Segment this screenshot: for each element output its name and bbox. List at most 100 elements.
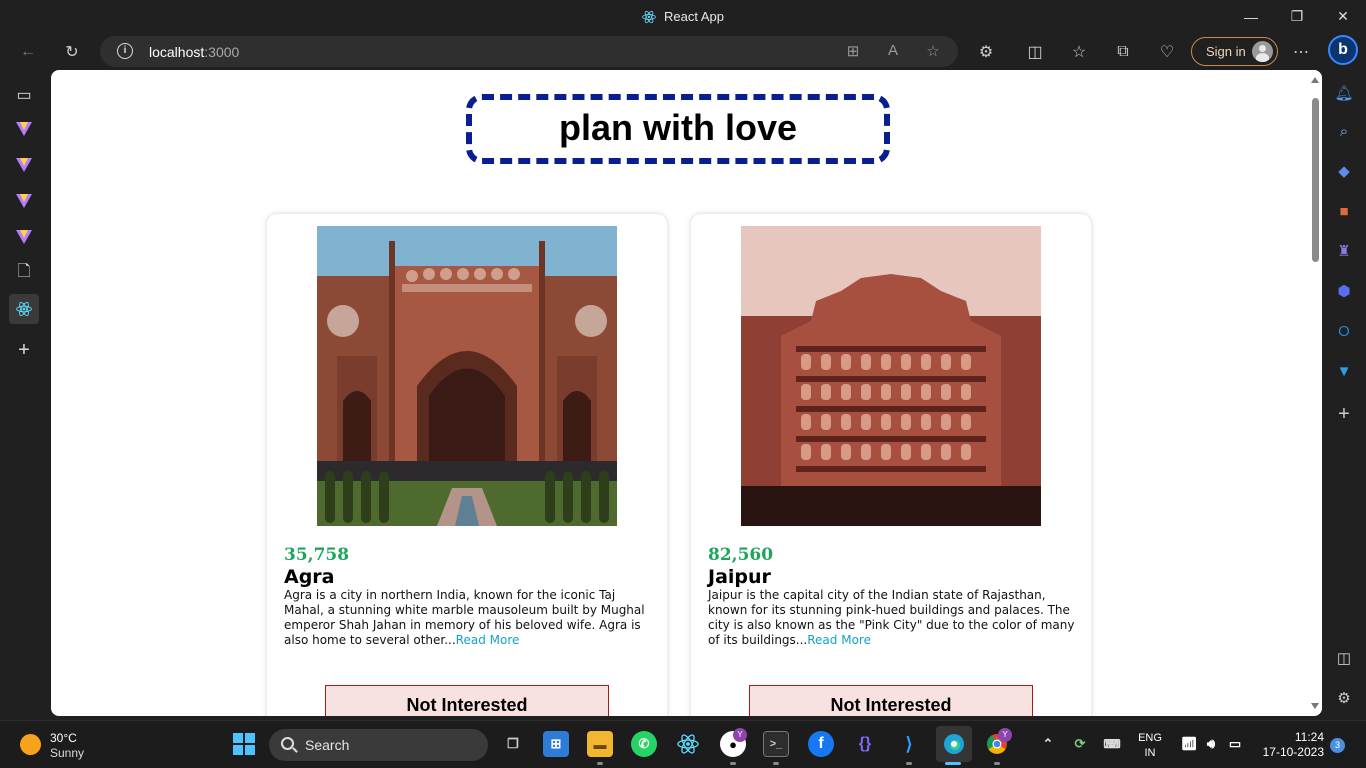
page-viewport: plan with love 35,758 Agra Agra is a cit… (51, 70, 1322, 716)
games-icon[interactable]: ♜ (1333, 240, 1355, 262)
more-menu-icon[interactable]: ⋯ (1285, 37, 1317, 67)
store-icon[interactable]: ⊞ (543, 731, 569, 757)
scroll-thumb[interactable] (1312, 98, 1319, 262)
outlook-icon[interactable]: O (1333, 320, 1355, 342)
read-aloud-icon[interactable]: A (883, 42, 903, 62)
browser-essentials-icon[interactable]: ♡ (1151, 37, 1183, 67)
lang-line1: ENG (1138, 732, 1162, 744)
react-icon (16, 302, 32, 316)
tab-vite-1[interactable] (9, 114, 39, 144)
running-indicator (994, 762, 1000, 765)
whatsapp-icon[interactable]: ✆ (631, 731, 657, 757)
search-icon (281, 737, 294, 750)
profile-badge: Y (733, 728, 747, 742)
page-heading: plan with love (466, 94, 890, 164)
sign-in-button[interactable]: Sign in (1191, 37, 1278, 66)
battery-icon[interactable]: ▭ (1222, 731, 1248, 757)
terminal-icon[interactable]: >_ (763, 731, 789, 757)
drop-icon[interactable]: ▼ (1333, 360, 1355, 382)
scroll-down-arrow[interactable] (1311, 703, 1319, 709)
vite-icon (16, 230, 32, 244)
clock-time: 11:24 (1294, 730, 1324, 744)
tab-document[interactable]: 🗋 (9, 258, 39, 288)
hide-sidebar-icon[interactable]: ◫ (1333, 647, 1355, 669)
running-indicator (773, 762, 779, 765)
apps-icon[interactable]: ⊞ (843, 42, 863, 62)
tab-actions-icon[interactable]: ▭ (9, 80, 39, 110)
tools-icon[interactable]: ■ (1333, 200, 1355, 222)
profile-badge: Y (998, 728, 1012, 742)
windows-taskbar: 30°C Sunny Search ❐ ⊞ ▬ ✆ ● Y >_ f {} ⟩ … (0, 720, 1366, 768)
favorites-icon[interactable]: ☆ (1063, 37, 1095, 67)
notification-badge[interactable]: 3 (1330, 738, 1345, 753)
keyboard-icon[interactable]: ⌨ (1099, 731, 1125, 757)
document-icon: 🗋 (17, 262, 31, 280)
edge-sidebar: 🔔︎ ⌕ ◆ ■ ♜ ⬢ O ▼ + ◫ ⚙ (1322, 70, 1366, 720)
sync-icon[interactable]: ⟳ (1067, 731, 1093, 757)
refresh-icon[interactable]: ↻ (56, 37, 88, 67)
window-title: React App (664, 9, 724, 24)
vertical-tabs-sidebar: ▭ 🗋 + (0, 70, 48, 720)
volume-icon[interactable]: 🔊︎ (1198, 731, 1224, 757)
tab-vite-2[interactable] (9, 150, 39, 180)
lang-line2: IN (1144, 747, 1156, 759)
file-explorer-icon[interactable]: ▬ (587, 731, 613, 757)
search-label: Search (305, 737, 350, 753)
running-indicator (730, 762, 736, 765)
copilot-icon[interactable]: ⬢ (1333, 280, 1355, 302)
tour-card-jaipur: 82,560 Jaipur Jaipur is the capital city… (691, 214, 1091, 716)
running-indicator (597, 762, 603, 765)
favorite-star-icon[interactable]: ☆ (923, 42, 943, 62)
site-info-icon[interactable]: i (117, 43, 133, 59)
add-sidebar-app-icon[interactable]: + (1333, 403, 1355, 425)
active-indicator (945, 762, 961, 765)
running-indicator (906, 762, 912, 765)
tab-vite-3[interactable] (9, 186, 39, 216)
vscode-icon[interactable]: ⟩ (896, 731, 922, 757)
sidebar-settings-icon[interactable]: ⚙ (1333, 687, 1355, 709)
browser-toolbar: ← ↻ i localhost:3000 ⊞ A ☆ ⚙ ◫ ☆ ⧉ ♡ Sig… (0, 33, 1366, 70)
system-clock[interactable]: 11:24 17-10-2023 (1263, 730, 1324, 760)
scroll-up-arrow[interactable] (1311, 77, 1319, 83)
vite-icon (16, 122, 32, 136)
bing-copilot-icon[interactable]: b (1328, 35, 1358, 65)
code-braces-icon[interactable]: {} (852, 731, 878, 757)
window-title-area: React App (0, 9, 1366, 27)
new-tab-icon[interactable]: + (9, 335, 39, 365)
title-bar: React App — ❐ ✕ (0, 0, 1366, 33)
task-view-icon[interactable]: ❐ (500, 731, 526, 757)
not-interested-button[interactable]: Not Interested (749, 685, 1033, 716)
language-indicator[interactable]: ENG IN (1136, 731, 1164, 761)
react-devtools-icon[interactable] (675, 731, 701, 757)
tab-vite-4[interactable] (9, 222, 39, 252)
extensions-icon[interactable]: ⚙ (970, 37, 1002, 67)
read-more-link[interactable]: Read More (807, 633, 871, 647)
jaipur-image (741, 226, 1041, 526)
search-icon[interactable]: ⌕ (1333, 120, 1355, 142)
back-icon[interactable]: ← (12, 37, 44, 67)
taskbar-search[interactable]: Search (269, 729, 488, 761)
bell-icon[interactable]: 🔔︎ (1333, 82, 1355, 104)
tour-description: Jaipur is the capital city of the Indian… (708, 588, 1075, 647)
start-button[interactable] (231, 731, 257, 757)
chevron-up-icon[interactable]: ⌃ (1035, 731, 1061, 757)
weather-temp: 30°C (50, 731, 77, 745)
tab-react-app[interactable] (9, 294, 39, 324)
not-interested-button[interactable]: Not Interested (325, 685, 609, 716)
vite-icon (16, 158, 32, 172)
page-scrollbar[interactable] (1308, 70, 1322, 716)
restore-button[interactable]: ❐ (1274, 0, 1320, 33)
collections-icon[interactable]: ⧉ (1107, 37, 1139, 67)
sun-icon (20, 734, 41, 755)
agra-image (317, 226, 617, 526)
split-screen-icon[interactable]: ◫ (1019, 37, 1051, 67)
close-button[interactable]: ✕ (1320, 0, 1366, 33)
shopping-tag-icon[interactable]: ◆ (1333, 160, 1355, 182)
facebook-icon[interactable]: f (808, 731, 834, 757)
edge-taskbar-icon[interactable] (936, 726, 972, 762)
read-more-link[interactable]: Read More (456, 633, 520, 647)
url-text[interactable]: localhost:3000 (149, 44, 239, 60)
tour-price: 82,560 (708, 545, 774, 565)
address-bar[interactable]: i localhost:3000 ⊞ A ☆ (100, 36, 958, 67)
minimize-button[interactable]: — (1228, 0, 1274, 33)
